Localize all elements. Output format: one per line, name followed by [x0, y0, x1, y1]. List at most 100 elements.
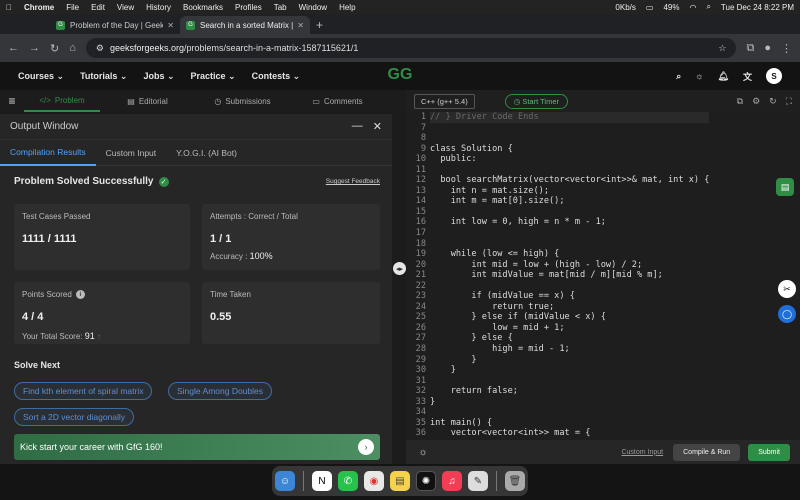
- nav-jobs[interactable]: Jobs ⌄: [143, 71, 174, 82]
- minimize-icon[interactable]: —: [352, 120, 363, 133]
- wifi-icon[interactable]: ◠: [689, 3, 696, 12]
- forward-icon[interactable]: →: [29, 42, 40, 54]
- code-line[interactable]: [430, 123, 709, 134]
- code-line[interactable]: [430, 239, 709, 250]
- chatgpt-icon[interactable]: ✺: [416, 471, 436, 491]
- code-line[interactable]: int midValue = mat[mid / m][mid % m];: [430, 270, 709, 281]
- info-icon[interactable]: i: [75, 290, 85, 299]
- translate-icon[interactable]: 文: [743, 70, 752, 83]
- new-tab-icon[interactable]: +: [316, 16, 323, 34]
- menu-help[interactable]: Help: [339, 3, 355, 12]
- close-icon[interactable]: ✕: [373, 120, 382, 133]
- code-line[interactable]: [430, 133, 709, 144]
- tab-custom-input[interactable]: Custom Input: [96, 140, 167, 166]
- code-line[interactable]: while (low <= high) {: [430, 249, 709, 260]
- code-line[interactable]: int n = mat.size();: [430, 186, 709, 197]
- textedit-icon[interactable]: ✎: [468, 471, 488, 491]
- notification-bell-icon[interactable]: 🔔︎: [718, 71, 729, 82]
- tab-yogi-ai-bot[interactable]: Y.O.G.I. (AI Bot): [166, 140, 247, 166]
- theme-toggle-icon[interactable]: ☼: [695, 71, 703, 81]
- home-icon[interactable]: ⌂: [69, 42, 76, 54]
- code-line[interactable]: [430, 376, 709, 387]
- start-timer-button[interactable]: ◷ Start Timer: [504, 93, 569, 109]
- code-line[interactable]: // } Driver Code Ends: [430, 112, 710, 123]
- tab-comments[interactable]: ▭ Comments: [290, 90, 385, 112]
- tab-editorial[interactable]: ▤ Editorial: [100, 90, 195, 112]
- menu-view[interactable]: View: [117, 3, 134, 12]
- hamburger-menu-icon[interactable]: ≡: [0, 94, 24, 108]
- tab-submissions[interactable]: ◷ Submissions: [195, 90, 290, 112]
- back-icon[interactable]: ←: [8, 42, 19, 54]
- tab-problem[interactable]: </> Problem: [24, 90, 100, 112]
- chrome-icon[interactable]: ◉: [364, 471, 384, 491]
- gfg-logo[interactable]: GG: [383, 66, 417, 86]
- menu-bookmarks[interactable]: Bookmarks: [183, 3, 223, 12]
- menu-window[interactable]: Window: [299, 3, 327, 12]
- code-line[interactable]: bool searchMatrix(vector<vector<int>>& m…: [430, 175, 709, 186]
- chat-icon[interactable]: ▤: [776, 178, 794, 196]
- code-line[interactable]: vector<vector<int>> mat = {: [430, 428, 709, 439]
- apple-icon[interactable]: : [6, 3, 12, 12]
- submit-button[interactable]: Submit: [748, 443, 790, 461]
- code-line[interactable]: }: [430, 365, 709, 376]
- code-line[interactable]: public:: [430, 154, 709, 165]
- suggest-feedback-link[interactable]: Suggest Feedback: [326, 178, 380, 185]
- browser-tab-search-matrix[interactable]: G Search in a sorted Matrix | Pr ✕: [180, 16, 310, 34]
- code-line[interactable]: [430, 281, 709, 292]
- suggested-problem-chip[interactable]: Single Among Doubles: [168, 382, 273, 400]
- bookmark-star-icon[interactable]: ☆: [718, 43, 726, 54]
- compile-run-button[interactable]: Compile & Run: [673, 443, 741, 461]
- menu-edit[interactable]: Edit: [91, 3, 105, 12]
- code-line[interactable]: return true;: [430, 302, 709, 313]
- clock[interactable]: Tue Dec 24 8:22 PM: [721, 3, 794, 12]
- extensions-icon[interactable]: ⧉: [746, 42, 754, 55]
- close-icon[interactable]: ✕: [167, 21, 174, 30]
- chevron-right-icon[interactable]: ›: [358, 439, 374, 455]
- reset-icon[interactable]: ↻: [769, 96, 777, 107]
- scissors-icon[interactable]: ✂: [778, 280, 796, 298]
- code-editor[interactable]: 1 7 8 9 10 11 12 13 14 15 16 17 18 19 20 21 22 23 24 25 26 27…: [406, 112, 800, 440]
- code-line[interactable]: int m = mat[0].size();: [430, 196, 709, 207]
- code-line[interactable]: } else if (midValue < x) {: [430, 312, 709, 323]
- search-icon[interactable]: ⌕: [706, 2, 710, 12]
- finder-icon[interactable]: ☺: [275, 471, 295, 491]
- nav-tutorials[interactable]: Tutorials ⌄: [80, 71, 127, 82]
- code-line[interactable]: high = mid - 1;: [430, 344, 709, 355]
- more-menu-icon[interactable]: ⋮: [781, 42, 792, 55]
- custom-input-link[interactable]: Custom Input: [621, 449, 663, 456]
- menu-tab[interactable]: Tab: [274, 3, 287, 12]
- whatsapp-icon[interactable]: ✆: [338, 471, 358, 491]
- site-info-icon[interactable]: ⚙: [96, 43, 104, 54]
- nav-contests[interactable]: Contests ⌄: [252, 71, 301, 82]
- theme-icon[interactable]: ☼: [416, 445, 430, 459]
- reload-icon[interactable]: ↻: [50, 42, 59, 55]
- menu-profiles[interactable]: Profiles: [235, 3, 262, 12]
- code-line[interactable]: int low = 0, high = n * m - 1;: [430, 217, 709, 228]
- notes-icon[interactable]: ▤: [390, 471, 410, 491]
- search-icon[interactable]: ⌕: [676, 71, 681, 82]
- url-field[interactable]: ⚙ geeksforgeeks.org/problems/search-in-a…: [85, 38, 737, 58]
- settings-icon[interactable]: ⚙: [752, 96, 760, 107]
- code-line[interactable]: return false;: [430, 386, 709, 397]
- nav-practice[interactable]: Practice ⌄: [191, 71, 236, 82]
- tab-compilation-results[interactable]: Compilation Results: [0, 140, 96, 166]
- code-line[interactable]: int mid = low + (high - low) / 2;: [430, 260, 709, 271]
- code-line[interactable]: int main() {: [430, 418, 709, 429]
- code-line[interactable]: [430, 228, 709, 239]
- battery-icon[interactable]: ▭: [646, 3, 654, 12]
- menu-history[interactable]: History: [146, 3, 171, 12]
- code-line[interactable]: [430, 165, 709, 176]
- close-icon[interactable]: ✕: [297, 21, 304, 30]
- code-content[interactable]: // } Driver Code Ends class Solution { pu…: [430, 112, 710, 439]
- promo-banner[interactable]: Kick start your career with GfG 160! ›: [14, 434, 380, 460]
- avatar[interactable]: S: [766, 68, 782, 84]
- fullscreen-icon[interactable]: ⛶: [786, 96, 792, 107]
- browser-tab-potd[interactable]: G Problem of the Day | Geeksfo ✕: [50, 16, 180, 34]
- resize-handle-icon[interactable]: ◂▸: [393, 262, 406, 275]
- profile-icon[interactable]: ●: [764, 42, 771, 54]
- code-line[interactable]: if (midValue == x) {: [430, 291, 709, 302]
- music-icon[interactable]: ♫: [442, 471, 462, 491]
- code-line[interactable]: low = mid + 1;: [430, 323, 709, 334]
- code-line[interactable]: } else {: [430, 333, 709, 344]
- menu-chrome[interactable]: Chrome: [24, 3, 54, 12]
